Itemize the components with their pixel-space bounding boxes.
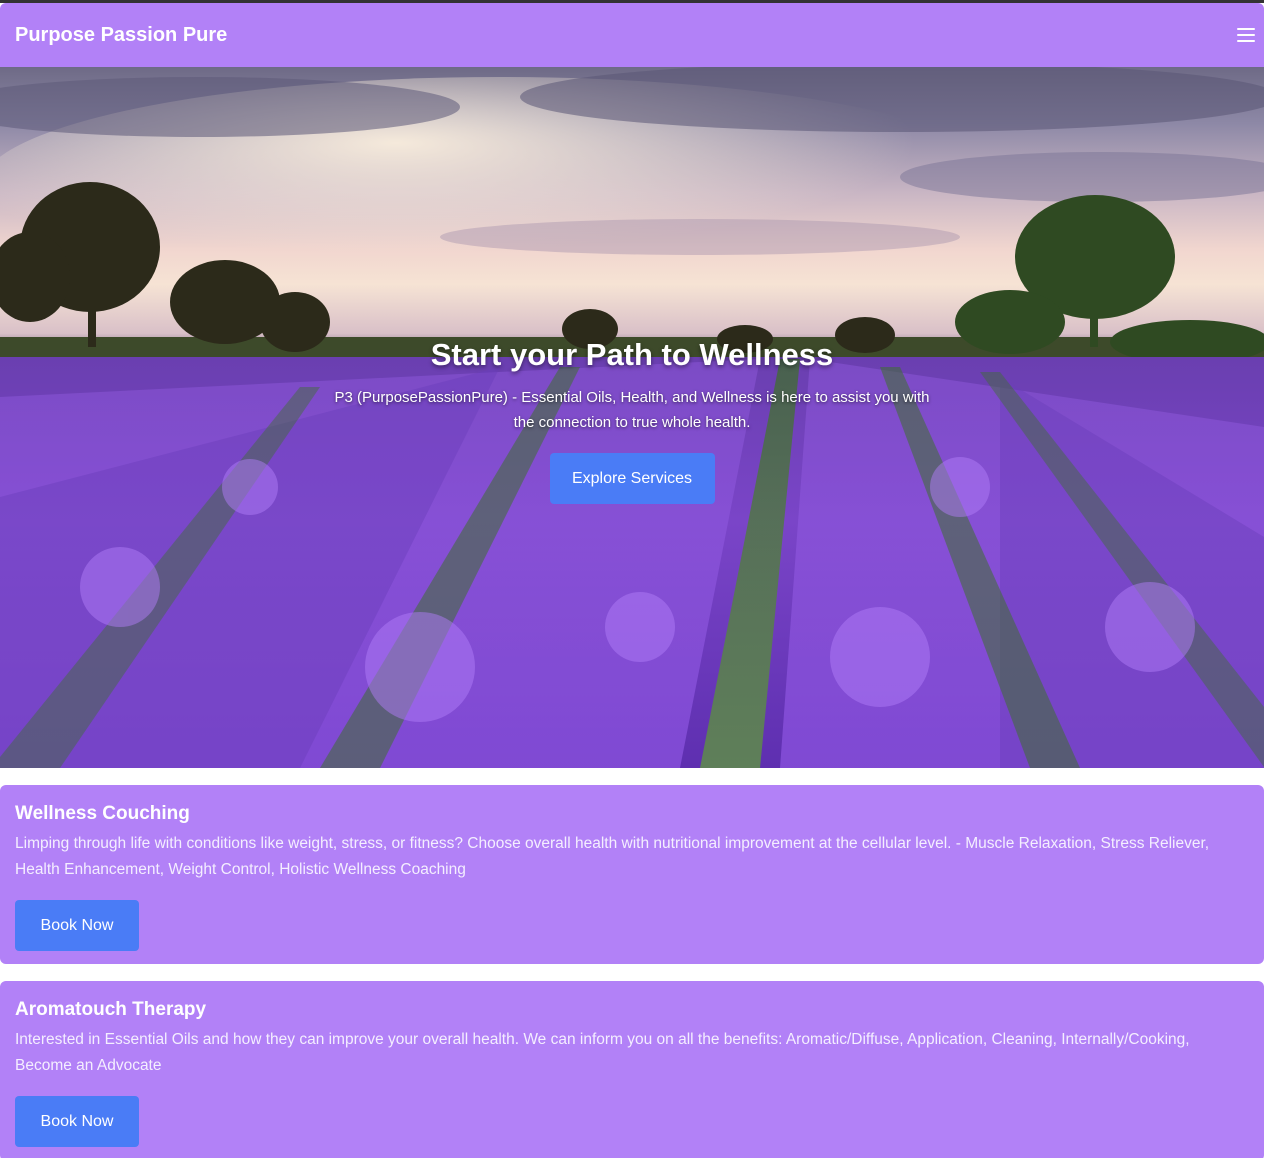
hamburger-menu-icon[interactable] bbox=[1237, 28, 1255, 42]
service-card-aromatouch-therapy: Aromatouch Therapy Interested in Essenti… bbox=[0, 981, 1264, 1158]
hero-title: Start your Path to Wellness bbox=[430, 337, 834, 372]
hero-content: Start your Path to Wellness P3 (PurposeP… bbox=[0, 337, 1264, 504]
service-description: Interested in Essential Oils and how the… bbox=[15, 1031, 1190, 1074]
page: Purpose Passion Pure Start your Path to … bbox=[0, 0, 1264, 1158]
service-title: Aromatouch Therapy bbox=[15, 999, 207, 1020]
service-card-wellness-couching: Wellness Couching Limping through life w… bbox=[0, 785, 1264, 964]
book-now-button[interactable]: Book Now bbox=[15, 1096, 139, 1147]
brand-logo-text[interactable]: Purpose Passion Pure bbox=[15, 24, 227, 47]
service-title: Wellness Couching bbox=[15, 803, 190, 824]
hero-section: Start your Path to Wellness P3 (PurposeP… bbox=[0, 67, 1264, 768]
navbar: Purpose Passion Pure bbox=[0, 3, 1264, 67]
explore-services-button[interactable]: Explore Services bbox=[549, 453, 715, 504]
book-now-button[interactable]: Book Now bbox=[15, 900, 139, 951]
service-description: Limping through life with conditions lik… bbox=[15, 835, 1210, 878]
hero-subtitle: P3 (PurposePassionPure) - Essential Oils… bbox=[334, 389, 930, 431]
